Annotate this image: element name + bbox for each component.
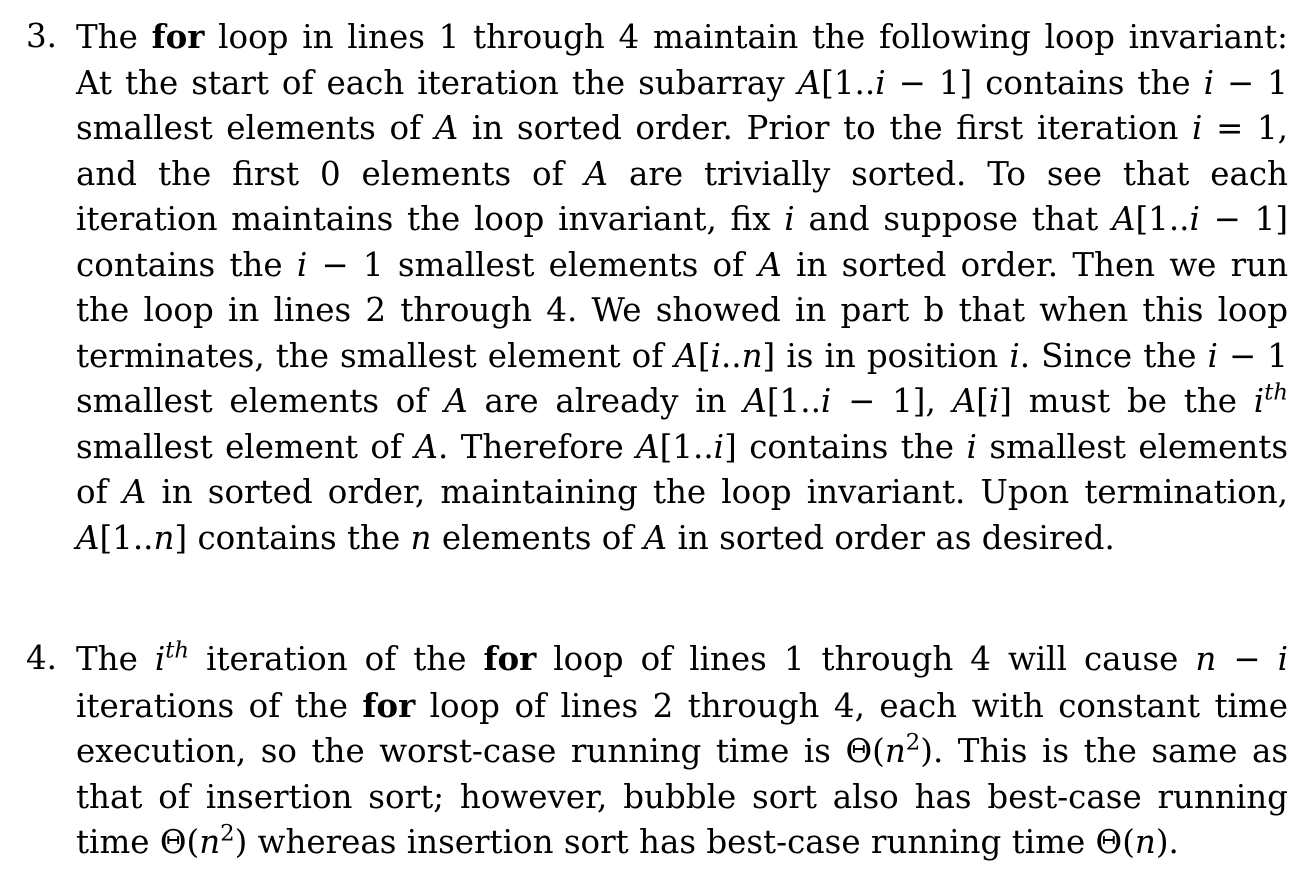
item-number: 4. [26,639,58,677]
list-item-3: 3. The for loop in lines 1 through 4 mai… [26,14,1288,561]
list-item-4: 4. The ith iteration of the for loop of … [26,636,1289,866]
paragraph-text: The for loop in lines 1 through 4 mainta… [76,17,1288,557]
paragraph-text: The ith iteration of the for loop of lin… [76,637,1289,861]
item-number: 3. [26,17,58,55]
